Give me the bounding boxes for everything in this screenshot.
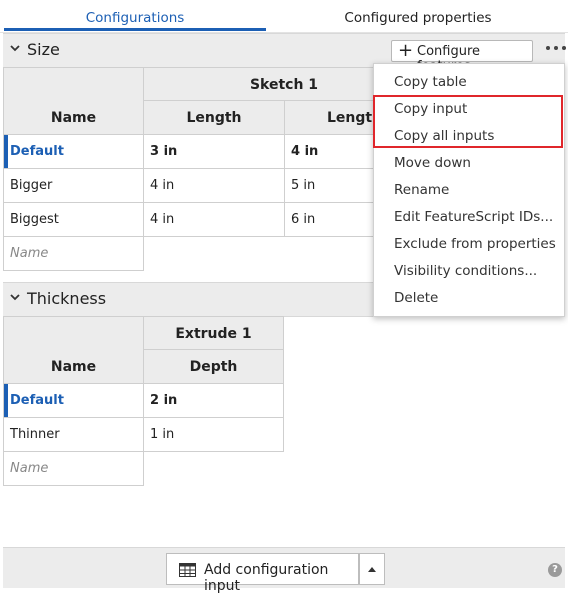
menu-item-edit-featurescript-ids[interactable]: Edit FeatureScript IDs... (394, 209, 553, 225)
table-row-name[interactable]: Default (3, 134, 144, 169)
menu-item-exclude-from-properties[interactable]: Exclude from properties (394, 236, 556, 252)
new-name-input[interactable]: Name (3, 451, 144, 486)
add-input-dropdown-button[interactable] (359, 553, 385, 585)
add-configuration-input-label: Add configuration input (204, 562, 329, 594)
configure-features-button[interactable]: + Configure features (391, 40, 533, 74)
menu-item-rename[interactable]: Rename (394, 182, 449, 198)
table-row-name[interactable]: Thinner (3, 417, 144, 452)
table-cell[interactable]: 3 in (143, 134, 285, 169)
caret-up-icon (368, 567, 376, 572)
highlight-box (373, 95, 563, 148)
plus-icon: + (398, 40, 414, 61)
depth-column-header: Depth (143, 349, 284, 384)
table-row-name[interactable]: Default (3, 383, 144, 418)
default-indicator (4, 384, 8, 417)
size-section-title: Size (27, 40, 60, 59)
thickness-section-title: Thickness (27, 289, 107, 308)
chevron-down-icon[interactable] (9, 42, 21, 54)
menu-item-visibility-conditions[interactable]: Visibility conditions... (394, 263, 537, 279)
footer-bar: Add configuration input ? (3, 547, 565, 594)
question-icon[interactable]: ? (548, 563, 562, 577)
thickness-name-header: Name (3, 316, 144, 384)
table-cell[interactable]: 4 in (143, 168, 285, 203)
add-configuration-input-button[interactable]: Add configuration input (166, 553, 359, 594)
menu-item-copy-table[interactable]: Copy table (394, 74, 467, 90)
size-name-header: Name (3, 67, 144, 135)
tab-bar: Configurations Configured properties (0, 0, 568, 33)
table-cell[interactable]: 2 in (143, 383, 284, 418)
table-row-name[interactable]: Biggest (3, 202, 144, 237)
table-cell[interactable]: 1 in (143, 417, 284, 452)
menu-item-delete[interactable]: Delete (394, 290, 438, 306)
table-row-name[interactable]: Bigger (3, 168, 144, 203)
tab-configured-properties[interactable]: Configured properties (300, 0, 536, 31)
extrude-feature-header: Extrude 1 (143, 316, 284, 350)
chevron-down-icon[interactable] (9, 291, 21, 303)
tab-configurations[interactable]: Configurations (4, 0, 266, 31)
table-icon (179, 562, 196, 577)
new-name-input[interactable]: Name (3, 236, 144, 271)
active-tab-indicator (4, 28, 266, 31)
more-options-icon[interactable] (546, 46, 566, 52)
table-cell[interactable]: 4 in (143, 202, 285, 237)
menu-item-move-down[interactable]: Move down (394, 155, 471, 171)
length-column-header: Length (143, 100, 285, 135)
default-indicator (4, 135, 8, 168)
